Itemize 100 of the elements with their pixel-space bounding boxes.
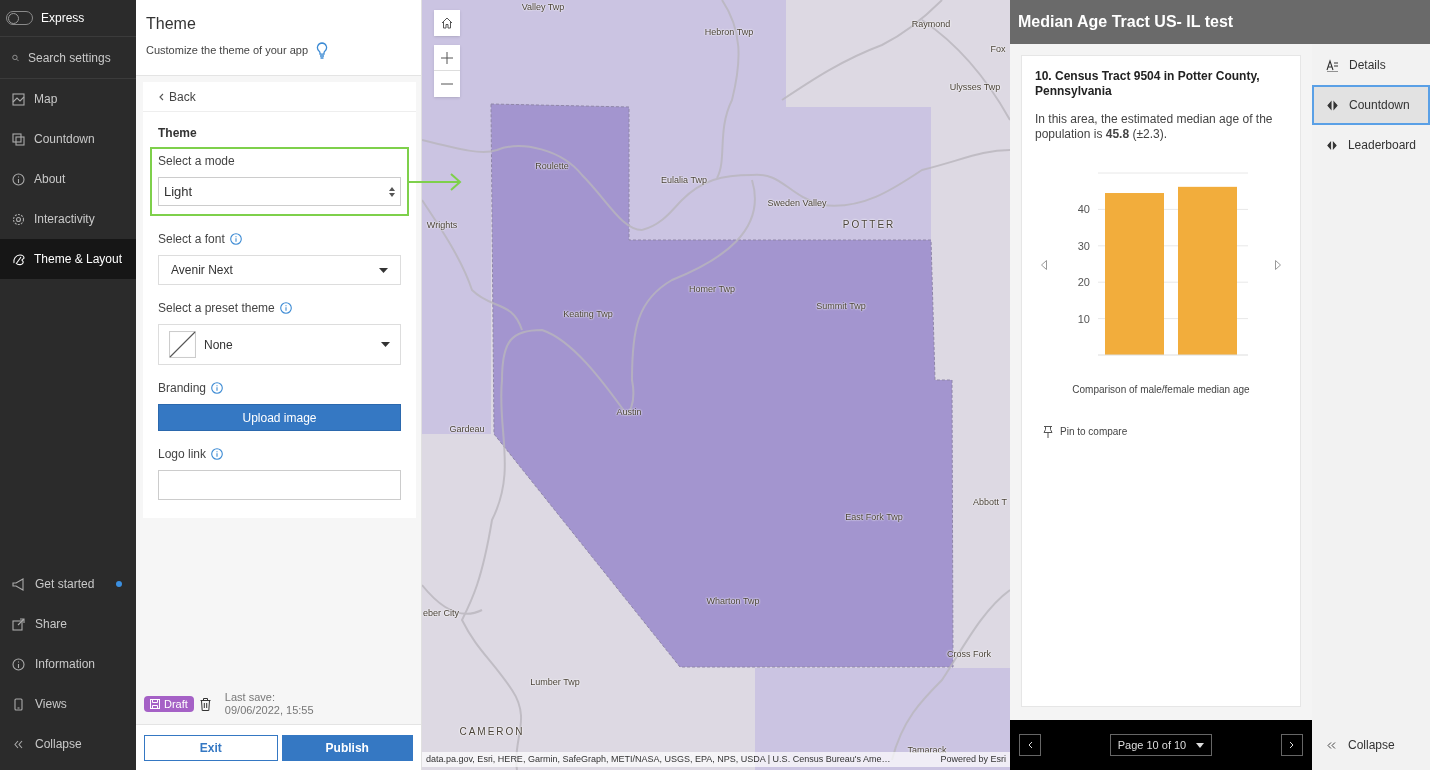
plus-icon [441, 51, 453, 64]
map-attribution: data.pa.gov, Esri, HERE, Garmin, SafeGraph, METI/NASA, USGS, EPA, NPS, USDA | U.S. Census Bureau's Ame… [426, 752, 891, 766]
triangle-left-icon [1041, 260, 1047, 270]
pin-button[interactable]: Pin to compare [1043, 424, 1128, 439]
mode-select[interactable]: Light [158, 177, 401, 206]
place-label: Eulalia Twp [661, 174, 707, 188]
stacked-squares-icon [12, 132, 25, 146]
nav-item[interactable]: Share [0, 604, 136, 644]
collapse-button[interactable]: Collapse [1312, 720, 1430, 770]
caret-down-icon [381, 342, 390, 347]
minus-icon [441, 83, 453, 85]
place-label: Raymond [911, 18, 951, 32]
nav-item[interactable]: Theme & Layout [0, 239, 136, 279]
caret-down-icon [379, 267, 388, 273]
place-label: Sweden Valley [767, 197, 827, 211]
place-label: Valley Twp [521, 1, 565, 15]
caret-down-icon [1196, 742, 1205, 748]
place-label: Gardeau [449, 423, 485, 437]
megaphone-icon [12, 577, 25, 591]
input-field[interactable] [158, 470, 401, 500]
panel-tab[interactable]: Details [1312, 45, 1430, 85]
place-label: Keating Twp [563, 308, 613, 322]
place-label: Wrights [426, 219, 458, 233]
empty-swatch-icon [169, 331, 196, 358]
card-text: In this area, the estimated median age of the population is 45.8 (±2.3). [1035, 112, 1274, 142]
county-label: CAMERON [459, 724, 525, 739]
double-chevron-left-icon [1327, 741, 1336, 749]
font-select[interactable]: Avenir Next [158, 255, 401, 285]
home-icon [441, 17, 453, 29]
chart-caption: Comparison of male/female median age [1071, 383, 1251, 397]
place-label: East Fork Twp [845, 511, 903, 525]
field-label: Branding [158, 380, 207, 397]
nav-item[interactable]: Information [0, 644, 136, 684]
text-icon [1326, 58, 1339, 72]
tick-label: 20 [1077, 276, 1090, 289]
field-label: Select a preset theme [158, 300, 275, 317]
settings-icon [12, 212, 25, 226]
back-link[interactable]: Back [159, 87, 196, 106]
field-label: Select a mode [158, 153, 235, 170]
field-label: Logo link [158, 446, 207, 463]
home-button[interactable] [434, 10, 460, 36]
save-timestamp: 09/06/2022, 15:55 [224, 704, 314, 717]
place-label: eber City [423, 607, 459, 621]
place-label: Lumber Twp [530, 676, 580, 690]
nav-item[interactable]: Views [0, 684, 136, 724]
panel-tab[interactable]: Countdown [1312, 85, 1430, 125]
section-heading: Theme [158, 125, 198, 142]
left-right-arrows-icon [1326, 138, 1338, 152]
theme-select[interactable]: None [158, 324, 401, 365]
place-label: Hebron Twp [704, 26, 754, 40]
publish-button[interactable]: Publish [281, 734, 413, 761]
pin-icon [1043, 425, 1053, 438]
save-label: Last save: [224, 691, 276, 704]
tick-label: 30 [1077, 239, 1090, 252]
panel-tab[interactable]: Leaderboard [1312, 125, 1430, 165]
next-page-button[interactable] [1281, 734, 1303, 756]
chevron-left-icon [1027, 741, 1033, 749]
chevron-left-icon [159, 92, 164, 101]
info-icon [12, 657, 25, 671]
place-label: Wharton Twp [706, 595, 760, 609]
phone-icon [12, 697, 25, 711]
nav-item[interactable]: Collapse [0, 724, 136, 764]
lightbulb-icon [316, 42, 329, 59]
place-label: Cross Fork [947, 648, 991, 662]
mode-label: Express [41, 10, 85, 27]
nav-item[interactable]: About [0, 159, 136, 199]
triangle-right-icon [1275, 260, 1281, 270]
previous-page-button[interactable] [1019, 734, 1041, 756]
upload-button[interactable]: Upload image [158, 404, 401, 431]
place-label: Austin [616, 406, 642, 420]
card-heading: 10. Census Tract 9504 in Potter County, Pennsylvania [1035, 69, 1261, 99]
trash-icon[interactable] [199, 697, 211, 711]
exit-button[interactable]: Exit [144, 734, 278, 761]
save-icon [150, 699, 160, 709]
app-title: Median Age Tract US- IL test [1018, 12, 1234, 32]
field-label: Select a font [158, 231, 225, 248]
nav-item[interactable]: Get started [0, 564, 136, 604]
county-label: POTTER [842, 217, 896, 232]
tick-label: 40 [1077, 203, 1090, 216]
place-label: Homer Twp [689, 283, 735, 297]
share-icon [12, 617, 25, 631]
stepper-icon [389, 186, 395, 197]
draft-badge: Draft [144, 696, 194, 712]
search-field[interactable]: Search settings [28, 48, 124, 67]
chevron-right-icon [1289, 741, 1295, 749]
info-icon [12, 172, 25, 186]
place-label: Ulysses Twp [949, 81, 1001, 95]
panel-subtitle: Customize the theme of your app [146, 43, 309, 59]
place-label: Fox [990, 43, 1006, 57]
place-label: Roulette [535, 160, 569, 174]
nav-item[interactable]: Map [0, 79, 136, 119]
page-dropdown[interactable]: Page 10 of 10 [1109, 734, 1213, 756]
place-label: Abbott T [973, 496, 1007, 510]
panel-title: Theme [146, 14, 197, 34]
nav-item[interactable]: Interactivity [0, 199, 136, 239]
nav-item[interactable]: Countdown [0, 119, 136, 159]
map-icon [12, 92, 25, 106]
tick-label: 10 [1077, 312, 1090, 325]
left-right-arrows-icon [1326, 98, 1339, 112]
place-label: Summit Twp [816, 300, 866, 314]
